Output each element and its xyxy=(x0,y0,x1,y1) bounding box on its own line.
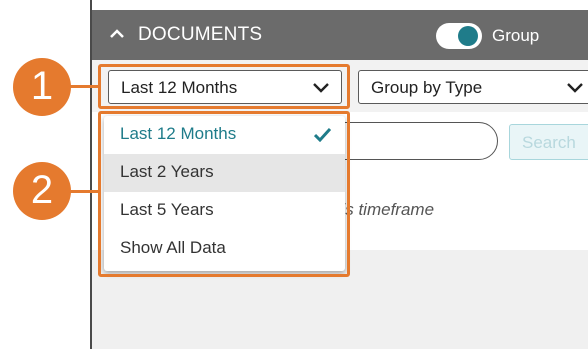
callout-number: 2 xyxy=(30,168,54,212)
chevron-down-icon xyxy=(567,83,583,93)
chevron-up-icon[interactable] xyxy=(110,29,124,38)
grouping-select-value: Group by Type xyxy=(371,78,483,97)
callout-number: 1 xyxy=(30,64,54,108)
panel-header: DOCUMENTS Group xyxy=(92,10,588,60)
search-button[interactable]: Search xyxy=(509,124,588,160)
group-toggle-label: Group xyxy=(492,26,540,45)
group-toggle[interactable] xyxy=(436,23,482,49)
search-button-label: Search xyxy=(522,133,576,152)
panel-title: DOCUMENTS xyxy=(138,24,263,45)
callout-highlight-1 xyxy=(98,64,350,109)
callout-highlight-2 xyxy=(98,111,350,277)
callout-connector-2 xyxy=(70,190,100,193)
toggle-knob xyxy=(458,26,478,46)
grouping-select[interactable]: Group by Type xyxy=(358,70,588,104)
callout-badge-1: 1 xyxy=(13,58,71,116)
callout-connector-1 xyxy=(70,85,100,88)
callout-badge-2: 2 xyxy=(13,162,71,220)
